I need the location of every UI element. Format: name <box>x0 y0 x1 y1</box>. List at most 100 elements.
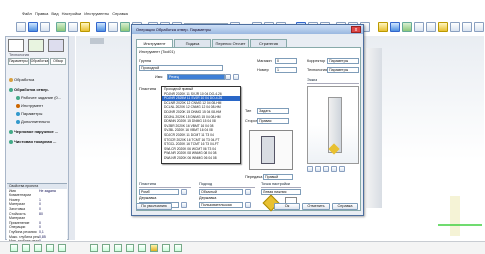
tab-feed[interactable]: Подача <box>174 39 211 47</box>
tab-strategy[interactable]: Стратегия <box>250 39 287 47</box>
tree-item-2[interactable]: Инструмент <box>16 103 43 109</box>
tab-parameters[interactable]: Параметры <box>8 58 29 65</box>
simulate-icon[interactable] <box>378 21 388 32</box>
view-select[interactable]: Правый <box>263 174 293 180</box>
zoom-icon[interactable] <box>120 21 130 32</box>
redo-icon[interactable] <box>68 21 78 32</box>
open-file-icon[interactable] <box>28 21 38 32</box>
toolpath-icon[interactable] <box>390 21 400 32</box>
magazine-label: Магазин <box>257 59 272 63</box>
tool-dropdown-list[interactable]: Проходной правый PDJNR 2020K 11 SVJR 10 … <box>161 86 241 164</box>
preview-controls <box>307 166 345 172</box>
preview-fit-icon[interactable] <box>323 166 329 172</box>
tree-root[interactable]: Обработка <box>9 77 34 83</box>
tree-item-3[interactable]: Параметры <box>16 111 42 117</box>
collision-icon[interactable] <box>162 244 170 252</box>
menu-file[interactable]: Файл <box>22 11 32 16</box>
menu-help[interactable]: Справка <box>112 11 128 16</box>
menu-tools[interactable]: Инструменты <box>84 11 109 16</box>
extra-icon <box>16 120 20 124</box>
technology-select[interactable]: Параметры <box>327 67 359 73</box>
part-thumbnail-2[interactable] <box>28 39 44 52</box>
help-button[interactable]: Справка <box>332 203 358 210</box>
tree-item-5[interactable]: Черновое наружное ... <box>9 129 58 135</box>
tool-browse-icon[interactable] <box>233 74 239 80</box>
part-blank <box>450 196 460 236</box>
approach-sub-select[interactable]: Пользовательская <box>199 202 243 208</box>
rotate-icon[interactable] <box>96 21 106 32</box>
preview-zoom-icon[interactable] <box>315 166 321 172</box>
approach-sub-edit-icon[interactable] <box>245 202 251 208</box>
operation-icon <box>9 140 13 144</box>
save-icon[interactable] <box>40 21 50 32</box>
cancel-button[interactable]: Отменить <box>302 203 330 210</box>
view-top-icon[interactable] <box>462 21 472 32</box>
pan-icon[interactable] <box>108 21 118 32</box>
type-select[interactable]: Задать <box>257 108 289 114</box>
name-dropdown-icon[interactable] <box>225 74 231 80</box>
mount-select[interactable]: Левая нижняя <box>261 189 301 195</box>
highlight-icon[interactable] <box>80 21 90 32</box>
tool-visible-icon[interactable] <box>90 244 98 252</box>
folder-icon <box>9 78 13 82</box>
chip-icon[interactable] <box>150 244 158 252</box>
new-file-icon[interactable] <box>16 21 26 32</box>
part-thumbnail-3[interactable] <box>48 39 64 52</box>
tree-item-label: Рабочее задание (0... <box>21 95 62 100</box>
sidebar-tabs: Параметры Обработка Обзор <box>8 58 66 65</box>
stop-icon[interactable] <box>414 21 424 32</box>
shape-edit-icon[interactable] <box>181 189 187 195</box>
tab-tool[interactable]: Инструмент <box>136 39 173 47</box>
shape-sub-edit-icon[interactable] <box>181 202 187 208</box>
number-field[interactable]: 1 <box>275 67 297 73</box>
menu-view[interactable]: Вид <box>51 11 58 16</box>
group-select[interactable]: Проходной <box>139 65 223 71</box>
view-front-icon[interactable] <box>450 21 460 32</box>
preview-rotate-icon[interactable] <box>307 166 313 172</box>
default-button[interactable]: По умолчанию <box>136 203 172 210</box>
tool-preview <box>307 86 359 164</box>
run-icon[interactable] <box>402 21 412 32</box>
settings-icon[interactable] <box>174 244 182 252</box>
tree-item-label: Чистовая токарная ... <box>14 139 57 144</box>
tree-item-4[interactable]: Дополнительно <box>16 119 50 125</box>
step-icon[interactable] <box>426 21 436 32</box>
tree-item-0[interactable]: Обработка отвер. <box>9 87 49 93</box>
tree-item-1[interactable]: Рабочее задание (0... <box>16 95 61 101</box>
part-shape <box>90 38 104 44</box>
tab-transfer[interactable]: Перенос Отсчет <box>212 39 249 47</box>
tab-processing[interactable]: Обработка <box>29 58 50 65</box>
ok-button[interactable]: Ок <box>274 203 300 210</box>
part-thumbnail-1[interactable] <box>8 39 24 52</box>
name-select[interactable]: Резец <box>167 74 225 80</box>
approach-edit-icon[interactable] <box>245 189 251 195</box>
undo-icon[interactable] <box>56 21 66 32</box>
tree-item-6[interactable]: Чистовая токарная ... <box>9 139 56 145</box>
status-toolbar <box>0 241 485 254</box>
part-visible-icon[interactable] <box>126 244 134 252</box>
dropdown-option[interactable]: DWLNR 2020K 06 WNMG 06 04 08 <box>162 156 240 161</box>
pause-icon[interactable] <box>34 244 42 252</box>
view-iso-icon[interactable] <box>474 21 484 32</box>
dialog-title: Операция Обработка отвер. Параметры <box>132 25 363 34</box>
side-select[interactable]: Правая <box>257 118 289 124</box>
step-forward-icon[interactable] <box>46 244 54 252</box>
menu-settings[interactable]: Настройки <box>62 11 82 16</box>
corrector-select[interactable]: Параметры <box>327 58 359 64</box>
fixture-visible-icon[interactable] <box>138 244 146 252</box>
magazine-field[interactable]: 0 <box>275 58 297 64</box>
stock-visible-icon[interactable] <box>114 244 122 252</box>
tool-group-label: Пластина <box>139 87 157 91</box>
vertical-toolbar <box>69 36 75 240</box>
number-label: Номер <box>257 68 269 72</box>
speed-icon[interactable] <box>58 244 66 252</box>
play-icon[interactable] <box>22 244 30 252</box>
step-back-icon[interactable] <box>10 244 18 252</box>
tab-overview[interactable]: Обзор <box>50 58 66 65</box>
postprocess-icon[interactable] <box>438 21 448 32</box>
path-visible-icon[interactable] <box>102 244 110 252</box>
preview-pan-icon[interactable] <box>331 166 337 172</box>
close-icon[interactable]: x <box>351 26 361 33</box>
menu-edit[interactable]: Правка <box>35 11 49 16</box>
preview-reset-icon[interactable] <box>339 166 345 172</box>
